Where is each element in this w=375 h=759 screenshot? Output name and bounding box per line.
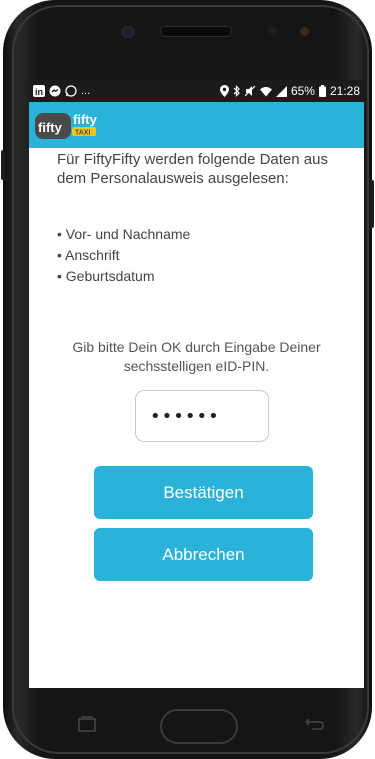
status-bar-left: in ... [33,85,90,97]
intro-text: Für FiftyFifty werden folgende Daten aus… [57,151,328,187]
data-list: Vor- und Nachname Anschrift Geburtsdatum [57,224,190,287]
status-overflow: ... [81,84,91,97]
fiftyfifty-logo: fifty fifty TAXI [35,112,98,139]
battery-percent: 65% [290,84,315,98]
list-item: Anschrift [57,245,190,266]
clock: 21:28 [329,84,360,98]
list-item: Geburtsdatum [57,266,190,287]
location-icon [219,85,229,97]
linkedin-icon: in [33,85,45,97]
status-bar-right: 65% 21:28 [219,84,360,98]
wifi-icon [259,86,272,96]
messenger-icon [49,85,61,97]
back-icon[interactable] [302,716,324,732]
recent-apps-icon[interactable] [78,716,96,732]
screen: in ... 65% 21:28 fifty fifty TAXI Für Fi… [29,80,364,688]
pin-instruction: Gib bitte Dein OK durch Eingabe Deiner s… [72,339,321,374]
light-sensor [300,27,309,36]
nav-bar [0,690,375,759]
bluetooth-icon [233,85,240,97]
svg-text:fifty: fifty [38,120,63,135]
cancel-button[interactable]: Abbrechen [94,528,313,581]
confirm-button[interactable]: Bestätigen [94,466,313,519]
pin-input[interactable] [135,390,269,442]
volume-button [1,150,5,180]
status-bar: in ... 65% 21:28 [29,80,364,102]
earpiece [160,26,232,37]
side-button [370,180,374,228]
signal-icon [275,85,287,97]
mute-icon [244,85,256,97]
proximity-sensor [268,27,277,36]
list-item: Vor- und Nachname [57,224,191,245]
battery-icon [318,85,326,97]
home-button[interactable] [160,709,238,744]
whatsapp-icon [65,85,77,97]
front-camera-icon [122,26,134,38]
svg-text:fifty: fifty [73,112,98,127]
svg-text:TAXI: TAXI [75,130,90,137]
svg-text:in: in [35,87,43,97]
app-bar: fifty fifty TAXI [29,102,364,148]
